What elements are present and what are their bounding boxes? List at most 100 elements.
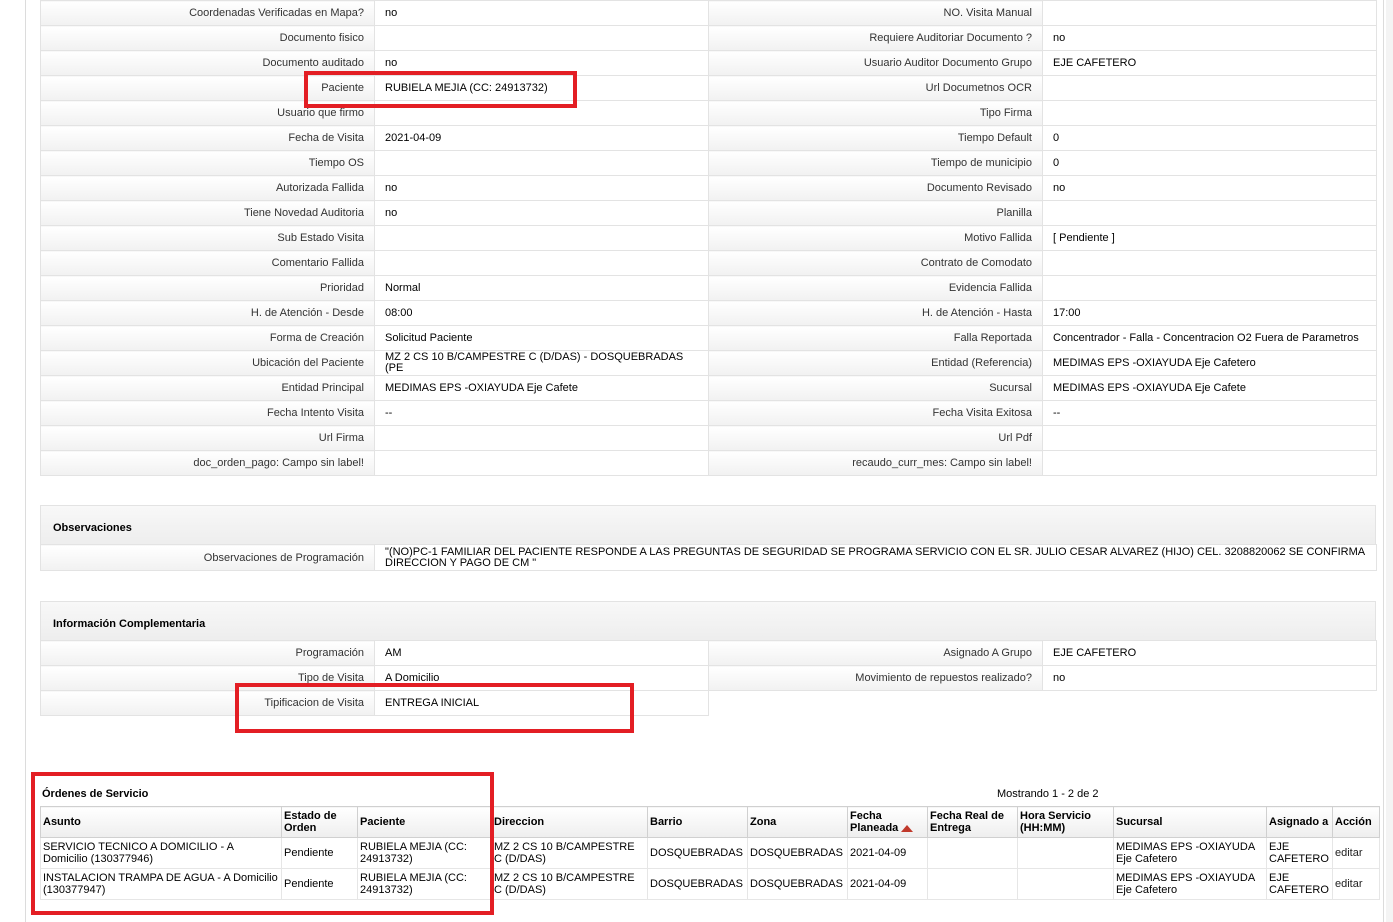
col-header-accion: Acción — [1332, 806, 1380, 838]
orden-cell-barrio: DOSQUEBRADAS — [647, 837, 748, 869]
scrollbar[interactable] — [1386, 0, 1393, 922]
detail-row: Comentario Fallida Contrato de Comodato — [40, 250, 1377, 276]
field-value — [1042, 450, 1377, 476]
detail-row: Sub Estado Visita Motivo Fallida[ Pendien… — [40, 225, 1377, 251]
field-value — [1042, 250, 1377, 276]
field-value: MEDIMAS EPS -OXIAYUDA Eje Cafetero — [1042, 350, 1377, 376]
orden-cell-hora — [1017, 868, 1114, 900]
field-label: Tipo Firma — [708, 100, 1043, 126]
detail-row: Ubicación del Paciente MZ 2 CS 10 B/CAMPE… — [40, 350, 1377, 376]
col-header-fecha-planeada[interactable]: Fecha Planeada — [847, 806, 928, 838]
col-header-fecha-planeada-label: Fecha Planeada — [850, 810, 899, 834]
visit-detail-table: Coordenadas Verificadas en Mapa? no NO. Vi… — [40, 0, 1377, 476]
orden-cell-fecha-planeada: 2021-04-09 — [847, 837, 928, 869]
field-value: 08:00 — [374, 300, 709, 326]
field-value: Solicitud Paciente — [374, 325, 709, 351]
orden-cell-zona: DOSQUEBRADAS — [747, 868, 848, 900]
detail-row: Coordenadas Verificadas en Mapa? no NO. Vi… — [40, 0, 1377, 26]
field-label: Tiempo de municipio — [708, 150, 1043, 176]
detail-row: Documento auditado no Usuario Auditor Docu… — [40, 50, 1377, 76]
field-value: AM — [374, 640, 709, 666]
col-header-asignado[interactable]: Asignado a — [1266, 806, 1333, 838]
detail-row: Fecha Intento Visita -- Fecha Visita Exito… — [40, 400, 1377, 426]
field-label: Fecha Visita Exitosa — [708, 400, 1043, 426]
field-label: Documento fisico — [40, 25, 375, 51]
field-value — [1042, 200, 1377, 226]
orden-cell-hora — [1017, 837, 1114, 869]
field-value: EJE CAFETERO — [1042, 50, 1377, 76]
orden-cell-asignado: EJE CAFETERO — [1266, 868, 1333, 900]
field-value: Normal — [374, 275, 709, 301]
field-label: recaudo_curr_mes: Campo sin label! — [708, 450, 1043, 476]
orden-cell-fecha-planeada: 2021-04-09 — [847, 868, 928, 900]
col-header-barrio[interactable]: Barrio — [647, 806, 748, 838]
field-label: Movimiento de repuestos realizado? — [708, 665, 1043, 691]
field-label: Forma de Creación — [40, 325, 375, 351]
observaciones-title: Observaciones — [53, 522, 132, 534]
page-right-border — [1383, 0, 1384, 922]
field-label: Usuario Auditor Documento Grupo — [708, 50, 1043, 76]
field-value — [374, 225, 709, 251]
field-value — [1042, 100, 1377, 126]
field-value: -- — [374, 400, 709, 426]
field-value: 17:00 — [1042, 300, 1377, 326]
field-value — [374, 425, 709, 451]
field-value: 2021-04-09 — [374, 125, 709, 151]
field-label: Asignado A Grupo — [708, 640, 1043, 666]
detail-row: Tiene Novedad Auditoria no Planilla — [40, 200, 1377, 226]
field-label: Comentario Fallida — [40, 250, 375, 276]
col-header-sucursal[interactable]: Sucursal — [1113, 806, 1267, 838]
highlight-paciente-box — [304, 71, 577, 108]
field-value: 0 — [1042, 125, 1377, 151]
field-label: Evidencia Fallida — [708, 275, 1043, 301]
observaciones-header: Observaciones — [40, 505, 1376, 547]
field-value: no — [374, 175, 709, 201]
detail-row: Usuario que firmo Tipo Firma — [40, 100, 1377, 126]
field-value: [ Pendiente ] — [1042, 225, 1377, 251]
field-label: Falla Reportada — [708, 325, 1043, 351]
orden-cell-direccion: MZ 2 CS 10 B/CAMPESTRE C (D/DAS) — [491, 868, 648, 900]
detail-row: Prioridad Normal Evidencia Fallida — [40, 275, 1377, 301]
field-label: Planilla — [708, 200, 1043, 226]
field-label: Sucursal — [708, 375, 1043, 401]
ordenes-count: Mostrando 1 - 2 de 2 — [997, 788, 1099, 800]
field-value: Concentrador - Falla - Concentracion O2 … — [1042, 325, 1377, 351]
col-header-fecha-real[interactable]: Fecha Real de Entrega — [927, 806, 1018, 838]
field-label: Motivo Fallida — [708, 225, 1043, 251]
field-label: Tiempo Default — [708, 125, 1043, 151]
orden-cell-direccion: MZ 2 CS 10 B/CAMPESTRE C (D/DAS) — [491, 837, 648, 869]
field-label: Ubicación del Paciente — [40, 350, 375, 376]
field-value: EJE CAFETERO — [1042, 640, 1377, 666]
col-header-zona[interactable]: Zona — [747, 806, 848, 838]
editar-link[interactable]: editar — [1332, 868, 1380, 900]
editar-link[interactable]: editar — [1332, 837, 1380, 869]
field-label: doc_orden_pago: Campo sin label! — [40, 450, 375, 476]
field-label: H. de Atención - Hasta — [708, 300, 1043, 326]
observaciones-table: Observaciones de Programación "(NO)PC-1 … — [40, 544, 1377, 571]
col-header-direccion[interactable]: Direccion — [491, 806, 648, 838]
field-value — [1042, 75, 1377, 101]
orden-cell-asignado: EJE CAFETERO — [1266, 837, 1333, 869]
detail-row: H. de Atención - Desde 08:00 H. de Atenció… — [40, 300, 1377, 326]
detail-row: Autorizada Fallida no Documento Revisado no — [40, 175, 1377, 201]
field-label: Prioridad — [40, 275, 375, 301]
field-label: Url Pdf — [708, 425, 1043, 451]
field-label: Entidad Principal — [40, 375, 375, 401]
field-label: Contrato de Comodato — [708, 250, 1043, 276]
field-value: no — [374, 200, 709, 226]
detail-row: Documento fisico Requiere Auditoriar Docu… — [40, 25, 1377, 51]
field-label: Url Firma — [40, 425, 375, 451]
detail-row: doc_orden_pago: Campo sin label! recaudo_… — [40, 450, 1377, 476]
field-value: no — [1042, 25, 1377, 51]
detail-row: Entidad Principal MEDIMAS EPS -OXIAYUDA E… — [40, 375, 1377, 401]
field-value: 0 — [1042, 150, 1377, 176]
field-label: Tiene Novedad Auditoria — [40, 200, 375, 226]
detail-row: Fecha de Visita 2021-04-09 Tiempo Default 0 — [40, 125, 1377, 151]
field-value — [374, 25, 709, 51]
sort-ascending-icon — [901, 824, 914, 832]
col-header-hora[interactable]: Hora Servicio (HH:MM) — [1017, 806, 1114, 838]
detail-row: Forma de Creación Solicitud Paciente Falla… — [40, 325, 1377, 351]
field-value — [1042, 275, 1377, 301]
orden-cell-fecha-real — [927, 868, 1018, 900]
field-label: Fecha Intento Visita — [40, 400, 375, 426]
